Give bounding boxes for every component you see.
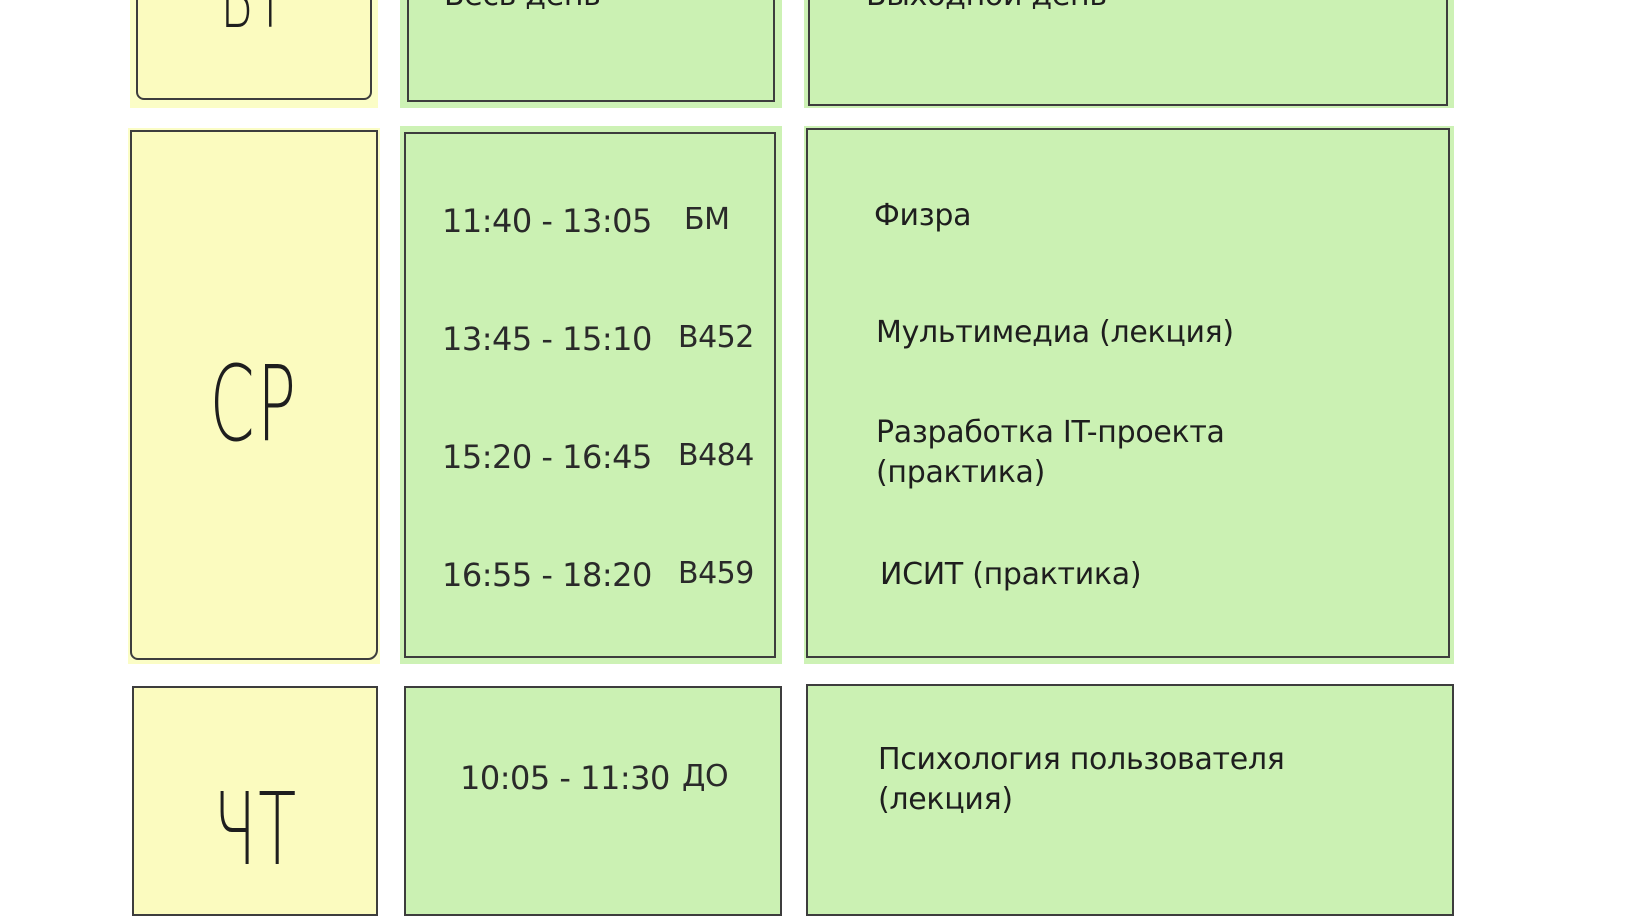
all-day-label: Весь день [444,0,601,16]
lesson-time: 13:45 - 15:10 [442,320,652,358]
lesson-subject-line2: (практика) [876,455,1046,490]
day-off-label: Выходной день [866,0,1107,16]
lesson-subject: Мультимедиа (лекция) [876,315,1234,350]
lesson-time: 15:20 - 16:45 [442,438,652,476]
day-label-thu: ЧТ [213,771,299,888]
lesson-room: БМ [684,202,730,237]
day-label-tue: ВТ [173,0,334,40]
lesson-subject: Разработка IT-проекта [876,415,1225,450]
lesson-room: ДО [682,759,729,794]
lesson-time: 16:55 - 18:20 [442,556,652,594]
lesson-time: 11:40 - 13:05 [442,202,652,240]
lesson-room: В459 [678,556,754,591]
lesson-subject: Физра [874,198,972,233]
lesson-subject: Психология пользователя [878,742,1285,777]
lesson-subject-line2: (лекция) [878,782,1013,817]
lesson-time: 10:05 - 11:30 [460,759,670,797]
lesson-room: В484 [678,438,754,473]
times-card-thu [404,686,782,916]
day-label-wed: СР [209,343,299,465]
lesson-room: В452 [678,320,754,355]
lesson-subject: ИСИТ (практика) [880,557,1142,592]
